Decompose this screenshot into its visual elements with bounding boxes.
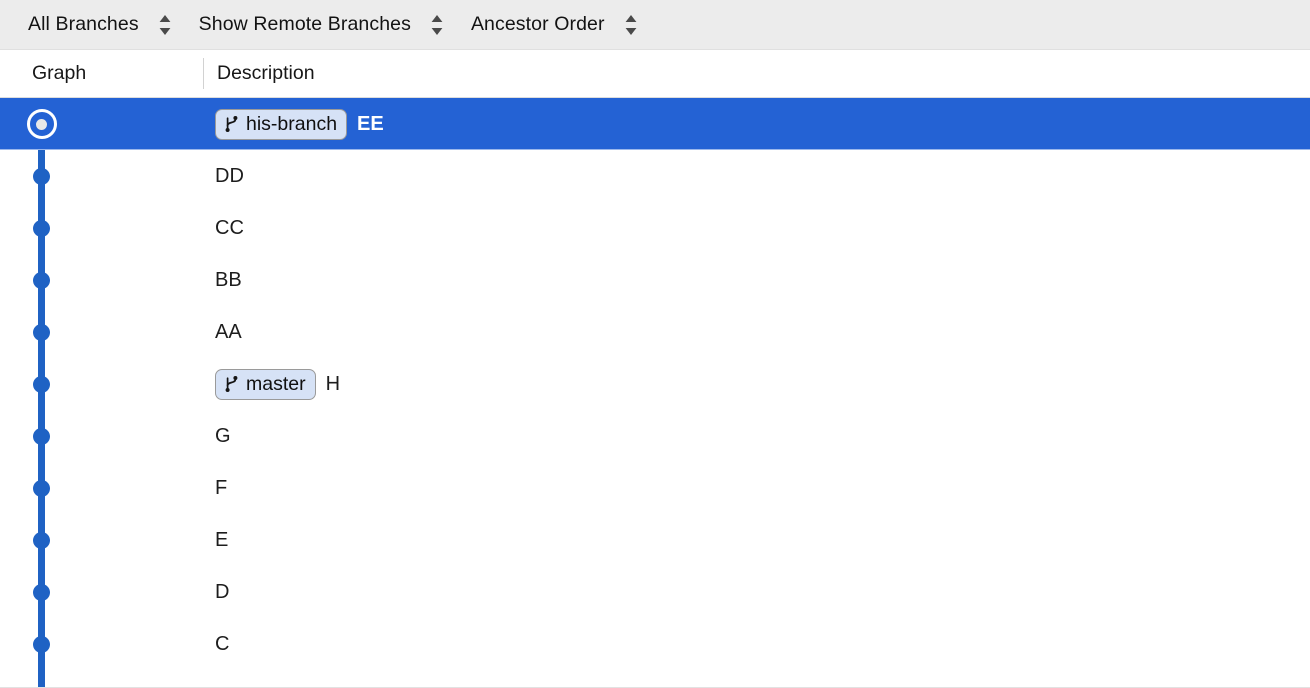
commit-graph-cell [0, 410, 203, 462]
commit-graph-cell [0, 202, 203, 254]
head-commit-node-center [36, 118, 47, 130]
commit-node[interactable] [33, 219, 50, 237]
commit-node[interactable] [33, 323, 50, 341]
popup-button-0[interactable]: All Branches [28, 10, 177, 40]
commit-graph-cell [0, 98, 203, 150]
commit-row[interactable]: AA [0, 306, 1310, 358]
commit-description-cell: his-branch EE [203, 98, 1310, 150]
commit-node[interactable] [33, 635, 50, 653]
commit-description-cell: G [203, 410, 1310, 462]
updown-stepper-icon[interactable] [619, 12, 643, 38]
commit-row[interactable]: his-branch EE [0, 98, 1310, 150]
commit-list[interactable]: his-branch EE DD CC BB AA master H G F E D C [0, 98, 1310, 688]
commit-description-text: D [215, 580, 230, 603]
head-commit-node[interactable] [26, 109, 57, 139]
commit-description-cell: AA [203, 306, 1310, 358]
updown-stepper-icon[interactable] [153, 12, 177, 38]
popup-button-label: Show Remote Branches [198, 13, 411, 35]
commit-row[interactable]: C [0, 618, 1310, 670]
popup-button-2[interactable]: Ancestor Order [471, 10, 643, 40]
commit-description-text: EE [357, 112, 384, 135]
updown-stepper-icon[interactable] [425, 12, 449, 38]
commit-graph-cell [0, 150, 203, 202]
commit-description-text: G [215, 424, 231, 447]
commit-node[interactable] [33, 271, 50, 289]
commit-description-cell: C [203, 618, 1310, 670]
commit-description-text: F [215, 476, 228, 499]
git-branch-icon [225, 116, 238, 132]
commit-description-text: BB [215, 268, 242, 291]
popup-button-1[interactable]: Show Remote Branches [199, 10, 449, 40]
commit-row[interactable]: F [0, 462, 1310, 514]
commit-description-cell: BB [203, 254, 1310, 306]
commit-node[interactable] [33, 375, 50, 393]
branch-label-chip[interactable]: his-branch [215, 108, 348, 140]
commit-row[interactable]: G [0, 410, 1310, 462]
commit-description-text: C [215, 632, 230, 655]
commit-description-text: DD [215, 164, 244, 187]
commit-description-text: CC [215, 216, 244, 239]
column-divider[interactable] [203, 58, 204, 89]
commit-description-text: H [325, 372, 341, 395]
commit-description-cell: master H [203, 358, 1310, 410]
commit-description-cell: F [203, 462, 1310, 514]
commit-graph-cell [0, 462, 203, 514]
commit-graph-cell [0, 514, 203, 566]
filter-toolbar: All Branches Show Remote Branches Ancestor… [0, 0, 1310, 50]
commit-node[interactable] [33, 583, 50, 601]
column-header-graph[interactable]: Graph [0, 62, 203, 85]
commit-row[interactable]: BB [0, 254, 1310, 306]
commit-graph-cell [0, 306, 203, 358]
commit-description-cell: D [203, 566, 1310, 618]
commit-row[interactable]: D [0, 566, 1310, 618]
git-branch-icon [225, 376, 238, 392]
commit-row[interactable]: DD [0, 150, 1310, 202]
commit-node[interactable] [33, 531, 50, 549]
popup-button-label: All Branches [28, 13, 139, 35]
commit-graph-cell [0, 618, 203, 670]
column-header-bar: Graph Description [0, 50, 1310, 98]
commit-graph-cell [0, 358, 203, 410]
branch-label-text: his-branch [246, 112, 338, 135]
commit-node[interactable] [33, 479, 50, 497]
column-header-description[interactable]: Description [203, 62, 315, 85]
popup-button-label: Ancestor Order [470, 13, 605, 35]
commit-description-text: E [215, 528, 229, 551]
commit-description-text: AA [215, 320, 242, 343]
commit-row[interactable]: master H [0, 358, 1310, 410]
branch-label-chip[interactable]: master [215, 368, 316, 400]
commit-row[interactable]: E [0, 514, 1310, 566]
commit-node[interactable] [33, 427, 50, 445]
commit-graph-cell [0, 566, 203, 618]
commit-description-cell: E [203, 514, 1310, 566]
commit-row[interactable]: CC [0, 202, 1310, 254]
commit-graph-cell [0, 254, 203, 306]
commit-description-cell: DD [203, 150, 1310, 202]
commit-history-window: All Branches Show Remote Branches Ancestor… [0, 0, 1310, 688]
commit-description-cell: CC [203, 202, 1310, 254]
branch-label-text: master [246, 372, 306, 395]
commit-node[interactable] [33, 167, 50, 185]
